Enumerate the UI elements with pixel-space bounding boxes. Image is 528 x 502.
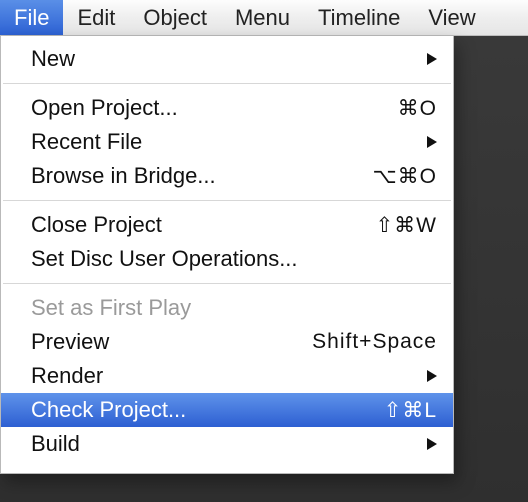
file-menu-browse-bridge-label: Browse in Bridge... xyxy=(31,163,372,189)
file-menu-set-first-play: Set as First Play xyxy=(1,291,453,325)
menu-object[interactable]: Object xyxy=(129,0,221,35)
file-menu-preview[interactable]: Preview Shift+Space xyxy=(1,325,453,359)
menu-edit[interactable]: Edit xyxy=(63,0,129,35)
file-menu-new-label: New xyxy=(31,46,423,72)
file-menu-close-project[interactable]: Close Project ⇧⌘W xyxy=(1,208,453,242)
menu-separator xyxy=(3,83,451,84)
submenu-arrow-icon xyxy=(423,136,437,148)
file-menu-render-label: Render xyxy=(31,363,423,389)
app-window: File Edit Object Menu Timeline View New … xyxy=(0,0,528,502)
menu-menu-label: Menu xyxy=(235,5,290,31)
file-menu-check-project-shortcut: ⇧⌘L xyxy=(384,398,437,423)
menu-edit-label: Edit xyxy=(77,5,115,31)
file-menu-build-label: Build xyxy=(31,431,423,457)
file-menu-check-project-label: Check Project... xyxy=(31,397,384,423)
menu-file[interactable]: File xyxy=(0,0,63,35)
file-menu-set-disc-ops-label: Set Disc User Operations... xyxy=(31,246,437,272)
menu-object-label: Object xyxy=(143,5,207,31)
menu-timeline[interactable]: Timeline xyxy=(304,0,414,35)
menu-timeline-label: Timeline xyxy=(318,5,400,31)
file-menu-preview-label: Preview xyxy=(31,329,312,355)
file-menu-recent-file-label: Recent File xyxy=(31,129,423,155)
menu-separator xyxy=(3,283,451,284)
menu-separator xyxy=(3,200,451,201)
file-menu-set-first-play-label: Set as First Play xyxy=(31,295,437,321)
file-menu-render[interactable]: Render xyxy=(1,359,453,393)
file-menu-recent-file[interactable]: Recent File xyxy=(1,125,453,159)
file-menu-dropdown: New Open Project... ⌘O Recent File Brows… xyxy=(0,36,454,474)
submenu-arrow-icon xyxy=(423,438,437,450)
file-menu-build[interactable]: Build xyxy=(1,427,453,461)
file-menu-set-disc-ops[interactable]: Set Disc User Operations... xyxy=(1,242,453,276)
menu-view-label: View xyxy=(428,5,475,31)
menu-view[interactable]: View xyxy=(414,0,489,35)
submenu-arrow-icon xyxy=(423,370,437,382)
file-menu-open-project[interactable]: Open Project... ⌘O xyxy=(1,91,453,125)
file-menu-close-project-label: Close Project xyxy=(31,212,376,238)
file-menu-new[interactable]: New xyxy=(1,42,453,76)
file-menu-close-project-shortcut: ⇧⌘W xyxy=(376,213,437,238)
file-menu-open-project-label: Open Project... xyxy=(31,95,398,121)
submenu-arrow-icon xyxy=(423,53,437,65)
menubar: File Edit Object Menu Timeline View xyxy=(0,0,528,36)
file-menu-check-project[interactable]: Check Project... ⇧⌘L xyxy=(1,393,453,427)
file-menu-browse-bridge[interactable]: Browse in Bridge... ⌥⌘O xyxy=(1,159,453,193)
file-menu-open-project-shortcut: ⌘O xyxy=(398,96,437,121)
file-menu-browse-bridge-shortcut: ⌥⌘O xyxy=(372,164,437,189)
menu-menu[interactable]: Menu xyxy=(221,0,304,35)
menu-file-label: File xyxy=(14,5,49,31)
file-menu-preview-shortcut: Shift+Space xyxy=(312,330,437,354)
